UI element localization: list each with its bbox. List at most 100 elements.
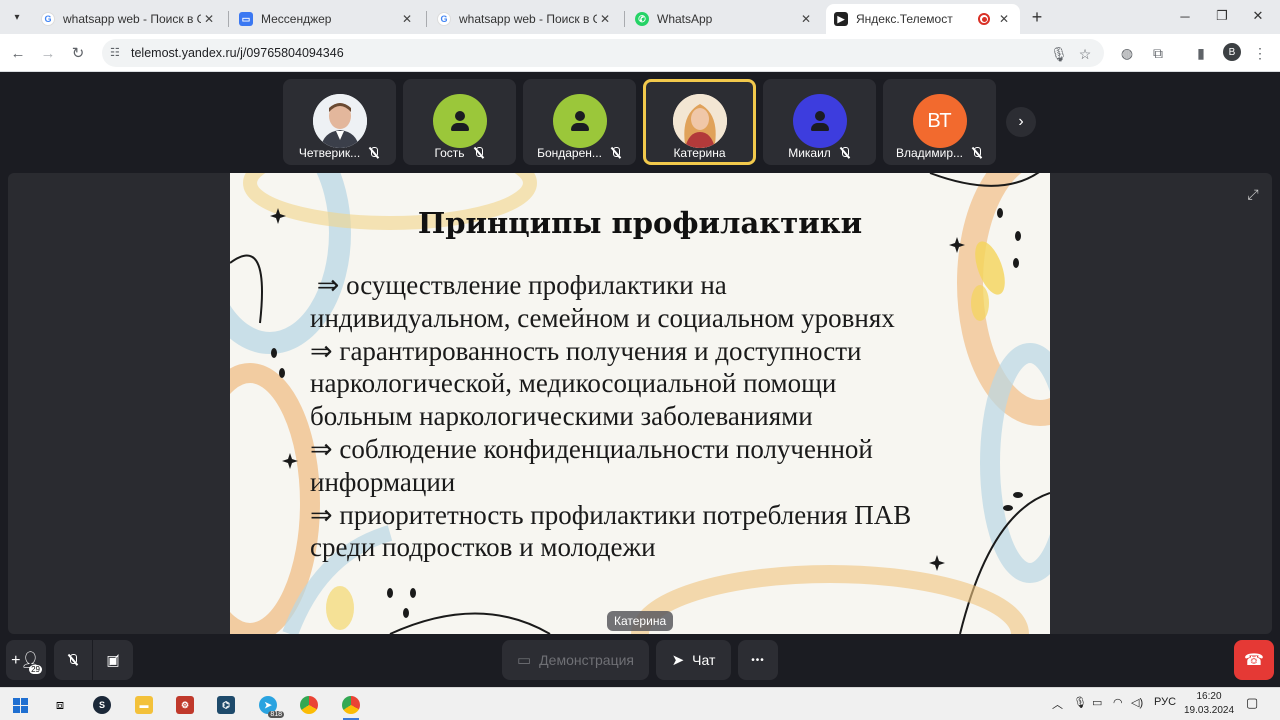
person-icon [448,109,472,133]
system-clock[interactable]: 16:20 19.03.2024 [1184,690,1234,718]
profile-avatar[interactable]: B [1223,43,1241,61]
google-icon: G [41,12,55,26]
screen-share-icon: ▭ [516,652,532,669]
participant-name: Катерина [673,146,726,160]
slide-line: ⇒ гарантированность получения и доступно… [310,335,862,366]
bookmark-star-icon[interactable]: ☆ [1076,45,1094,63]
demonstration-button[interactable]: ▭ Демонстрация [502,640,649,680]
mic-off-icon [971,147,983,159]
new-tab-plus-icon[interactable]: + [1027,7,1047,27]
close-tab-icon[interactable]: ✕ [597,11,613,27]
wifi-icon[interactable]: ◠ [1113,696,1123,709]
tab-messenger[interactable]: ▭ Мессенджер ✕ [231,4,423,34]
more-options-button[interactable]: ••• [738,640,778,680]
close-tab-icon[interactable]: ✕ [201,11,217,27]
slide-title: Принципы профилактики [417,206,863,240]
extensions-puzzle-icon[interactable]: ⧉ [1148,43,1168,63]
participant-name: Четверик... [298,146,361,160]
mic-off-icon [839,147,851,159]
windows-start-button[interactable] [6,692,34,718]
side-panel-icon[interactable]: ▮ [1191,43,1211,63]
slide-line: ⇒ соблюдение конфиденциальности полученн… [310,433,873,464]
participant-name: Микаил [788,146,831,160]
slide-line: ⇒ приоритетность профилактики потреблени… [310,499,912,530]
chat-send-icon: ➤ [671,652,685,669]
restore-icon[interactable]: ❐ [1209,6,1235,26]
tab-whatsapp[interactable]: ✆ WhatsApp ✕ [627,4,822,34]
vpn-app-icon[interactable]: ⌬ [212,692,240,718]
battery-icon[interactable]: ▭ [1092,696,1102,709]
participant-name: Гость [434,146,465,160]
participant-tile[interactable]: ВТ Владимир... [883,79,996,165]
avatar-person [552,94,607,148]
browser-menu-icon[interactable]: ⋮ [1250,43,1270,63]
mic-off-icon [67,654,79,666]
demonstration-label: Демонстрация [539,652,634,668]
address-bar[interactable]: ☷ telemost.yandex.ru/j/09765804094346 🎙︎… [102,39,1104,67]
conference-area: Четверик... Гость Бондарен... Катерина М… [0,72,1280,687]
end-call-button[interactable]: ☎︎ [1234,640,1274,680]
clock-time: 16:20 [1196,691,1222,702]
window-close-icon[interactable]: ✕ [1245,6,1271,26]
tray-microphone-icon[interactable]: 🎙︎ [1073,696,1087,709]
settings-app-icon[interactable]: ⚙ [171,692,199,718]
tab-telemost[interactable]: ▶ Яндекс.Телемост ✕ [826,4,1020,34]
windows-logo-icon [12,697,28,713]
file-explorer-icon[interactable]: ▬ [130,692,158,718]
notifications-icon[interactable]: ▢ [1246,695,1258,711]
slide-line: информации [310,466,456,497]
microphone-icon[interactable]: 🎙︎ [1050,45,1068,63]
camera-toggle-button[interactable]: ▣̸ [93,640,133,680]
tab-search-chevron-icon[interactable]: ▾ [6,6,28,28]
participant-tile-speaking[interactable]: Катерина [643,79,756,165]
keyboard-language[interactable]: РУС [1154,696,1176,708]
site-settings-icon[interactable]: ☷ [110,46,124,60]
steam-icon[interactable]: S [88,692,116,718]
hang-up-icon: ☎︎ [1244,652,1264,669]
invite-participants-button[interactable]: +👤︎ 29 [6,640,46,680]
person-icon [808,109,832,133]
microphone-toggle-button[interactable] [54,640,92,680]
whatsapp-icon: ✆ [635,12,649,26]
active-speaker-label: Катерина [607,611,674,631]
tab-separator [228,11,229,27]
messenger-icon: ▭ [239,12,253,26]
participant-tile[interactable]: Четверик... [283,79,396,165]
tab-google-search-1[interactable]: G whatsapp web - Поиск в Google ✕ [33,4,225,34]
clock-date: 19.03.2024 [1184,705,1235,716]
translate-icon[interactable]: ◍ [1117,43,1137,63]
back-arrow-icon[interactable]: ← [7,42,29,64]
participant-name: Бондарен... [537,146,602,160]
telegram-icon[interactable]: ➤ 818 [254,692,284,718]
close-tab-icon[interactable]: ✕ [996,11,1012,27]
chat-button[interactable]: ➤ Чат [656,640,731,680]
slide-line: ⇒ осуществление профилактики на [310,270,727,300]
chat-label: Чат [692,652,716,668]
volume-icon[interactable]: ◁) [1131,696,1143,709]
participant-tile[interactable]: Бондарен... [523,79,636,165]
slide-line: наркологической, медикосоциальной помощи [310,368,837,399]
mic-off-icon [610,147,622,159]
forward-arrow-icon[interactable]: → [37,42,59,64]
task-view-icon[interactable]: ⧈ [46,692,74,718]
url-text[interactable]: telemost.yandex.ru/j/09765804094346 [131,46,344,60]
recording-icon [978,13,990,25]
avatar-person [432,94,487,148]
minimize-icon[interactable]: ─ [1172,6,1198,26]
slide-body: ⇒ осуществление профилактики на индивиду… [310,269,1010,564]
participant-tile[interactable]: Микаил [763,79,876,165]
avatar-photo [672,94,727,148]
reload-icon[interactable]: ↻ [67,42,89,64]
close-tab-icon[interactable]: ✕ [399,11,415,27]
mic-off-icon [473,147,485,159]
next-participants-chevron-icon[interactable]: › [1006,107,1036,137]
slide-line: индивидуальном, семейном и социальном ур… [310,302,895,333]
chrome-icon[interactable] [295,692,323,718]
chrome-profile-icon[interactable] [337,692,365,720]
participant-tile[interactable]: Гость [403,79,516,165]
fullscreen-expand-icon[interactable]: ⤢ [1242,183,1264,205]
close-tab-icon[interactable]: ✕ [798,11,814,27]
tab-google-search-2[interactable]: G whatsapp web - Поиск в Google ✕ [429,4,621,34]
tray-overflow-chevron-icon[interactable]: ︿ [1052,696,1063,712]
telemost-icon: ▶ [834,12,848,26]
